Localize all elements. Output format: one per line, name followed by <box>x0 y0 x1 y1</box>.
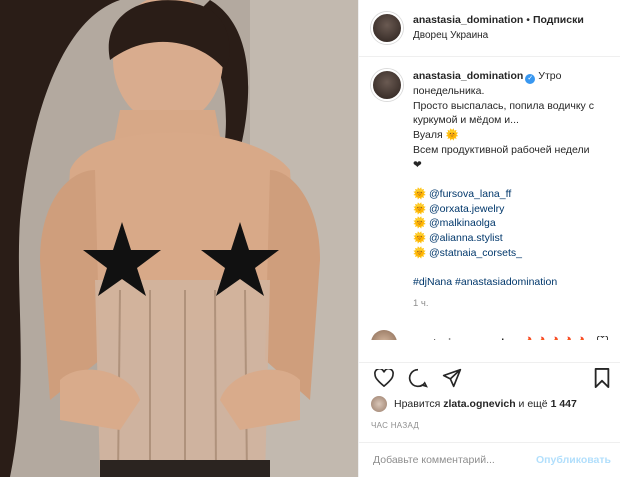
caption-username[interactable]: anastasia_domination <box>413 70 523 82</box>
post-actions <box>359 362 620 392</box>
like-icon[interactable] <box>371 367 397 389</box>
post-timestamp[interactable]: ЧАС НАЗАД <box>371 421 419 430</box>
comment-input[interactable] <box>371 453 537 467</box>
comment-icon[interactable] <box>405 367 431 389</box>
caption-line: куркумой и мёдом и... <box>413 114 519 127</box>
header-separator: • <box>526 14 530 26</box>
header-meta: anastasia_domination • Подписки Дворец Укр… <box>413 13 584 43</box>
mention-link[interactable]: 🌞 @statnaia_corsets_ <box>413 247 522 259</box>
author-username[interactable]: anastasia_domination <box>413 14 523 26</box>
comment-like-icon[interactable] <box>597 335 608 340</box>
caption-line: Вуаля 🌞 <box>413 129 459 142</box>
commenter-username[interactable]: anastasiaromanenkoo <box>409 337 520 340</box>
caption-line: Утро <box>538 70 562 82</box>
verified-badge-icon: ✓ <box>525 74 536 84</box>
hashtag-links[interactable]: #djNana #anastasiadomination <box>413 276 557 288</box>
caption-line: понедельника. <box>413 85 485 97</box>
following-button[interactable]: Подписки <box>533 14 584 26</box>
caption-row: anastasia_domination ✓ Утро понедельника. … <box>371 69 608 312</box>
likes-prefix: Нравится <box>394 398 441 410</box>
instagram-post-modal: anastasia_domination • Подписки Дворец Укр… <box>0 0 620 477</box>
mention-link[interactable]: 🌞 @alianna.stylist <box>413 232 503 244</box>
comment-text: anastasiaromanenkoo 🔥🔥🔥🔥🔥 <box>409 336 588 340</box>
caption-text: anastasia_domination ✓ Утро понедельника. … <box>413 69 594 312</box>
bookmark-icon[interactable] <box>589 367 615 389</box>
likes-summary: Нравится zlata.ognevich и ещё 1 447 <box>371 396 577 412</box>
add-comment-bar: Опубликовать <box>359 442 620 477</box>
liker-avatar[interactable] <box>371 396 387 412</box>
post-comment-button[interactable]: Опубликовать <box>536 454 611 466</box>
author-avatar[interactable] <box>371 12 403 44</box>
caption-line: Всем продуктивной рабочей недели <box>413 143 590 156</box>
caption-line: Просто выспалась, попила водичку с <box>413 99 594 112</box>
mention-link[interactable]: 🌞 @orxata.jewelry <box>413 203 504 215</box>
comment-row: anastasiaromanenkoo 🔥🔥🔥🔥🔥 <box>371 329 608 340</box>
mention-link[interactable]: 🌞 @malkinaolga <box>413 217 496 229</box>
post-side-panel: anastasia_domination • Подписки Дворец Укр… <box>358 0 620 477</box>
caption-line: ❤ <box>413 158 422 171</box>
comments-area: anastasia_domination ✓ Утро понедельника. … <box>359 57 620 340</box>
post-photo[interactable] <box>0 0 358 477</box>
share-icon[interactable] <box>439 367 465 389</box>
caption-age: 1 ч. <box>413 297 429 309</box>
caption-avatar[interactable] <box>371 69 403 101</box>
post-photo-illustration <box>0 0 358 477</box>
comment-body: 🔥🔥🔥🔥🔥 <box>523 337 588 340</box>
commenter-avatar[interactable] <box>371 329 397 340</box>
post-header: anastasia_domination • Подписки Дворец Укр… <box>359 0 620 57</box>
location-link[interactable]: Дворец Украина <box>413 28 584 43</box>
likes-middle: и ещё <box>518 398 548 410</box>
mention-link[interactable]: 🌞 @fursova_lana_ff <box>413 188 511 200</box>
likes-count[interactable]: 1 447 <box>551 398 577 410</box>
liker-username[interactable]: zlata.ognevich <box>443 398 515 410</box>
